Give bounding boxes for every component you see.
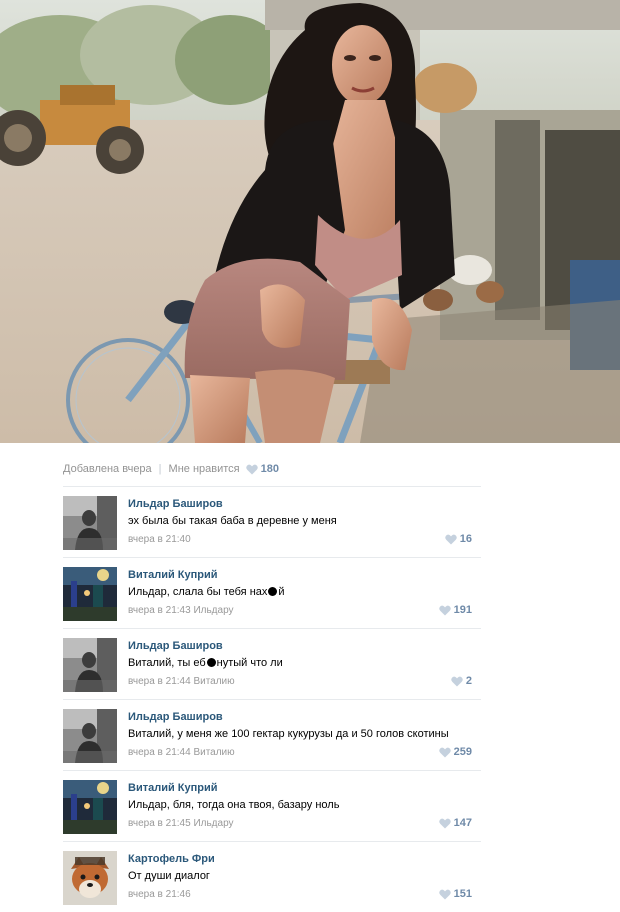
comment-like-count: 191 [453,604,472,616]
comment-item: Виталий Куприй Ильдар, бля, тогда она тв… [63,770,481,841]
heart-icon [438,818,451,829]
comment-info: вчера в 21:44 Виталию [128,676,235,687]
post-photo[interactable] [0,0,620,443]
avatar[interactable] [63,851,117,905]
post-meta: Добавлена вчера | Мне нравится 180 [63,463,279,475]
comment-text-part: Виталий, ты еб [128,657,206,669]
comment-item: Виталий Куприй Ильдар, слала бы тебя нах… [63,557,481,628]
comment-text-part: От души диалог [128,870,210,882]
heart-icon [451,676,463,687]
comment-time[interactable]: вчера в 21:45 [128,818,191,829]
comment-like-button[interactable]: 2 [451,675,472,687]
comment-reply-to[interactable]: Виталию [193,747,234,758]
avatar[interactable] [63,709,117,763]
comment-like-count: 151 [453,888,472,900]
comment-reply-to[interactable]: Виталию [193,676,234,687]
comment-info: вчера в 21:40 [128,534,191,545]
comment-text: Виталий, ты еб нутый что ли [128,657,283,669]
comment-text-part: Виталий, у меня же 100 гектар кукурузы д… [128,728,449,740]
post-photo-illustration [0,0,620,443]
comment-time[interactable]: вчера в 21:46 [128,889,191,900]
comment-time[interactable]: вчера в 21:44 [128,676,191,687]
comment-text: Виталий, у меня же 100 гектар кукурузы д… [128,728,449,740]
comment-item: Ильдар Баширов Виталий, у меня же 100 ге… [63,699,481,770]
added-date-label[interactable]: Добавлена вчера [63,463,152,475]
comment-text-part: эх была бы такая баба в деревне у меня [128,515,337,527]
comment-like-button[interactable]: 16 [444,533,472,545]
comment-author[interactable]: Виталий Куприй [128,569,218,581]
comment-time[interactable]: вчера в 21:43 [128,605,191,616]
comment-like-count: 147 [453,817,472,829]
comment-like-count: 2 [465,675,472,687]
comment-info: вчера в 21:46 [128,889,191,900]
comment-author[interactable]: Ильдар Баширов [128,640,223,652]
comment-author[interactable]: Ильдар Баширов [128,498,223,510]
comment-text: Ильдар, бля, тогда она твоя, базару ноль [128,799,339,811]
comment-like-button[interactable]: 147 [438,817,472,829]
comment-like-count: 16 [459,533,472,545]
comment-text: Ильдар, слала бы тебя нах й [128,586,285,598]
comment-text: От души диалог [128,870,210,882]
comment-text-part: й [278,586,285,598]
comment-like-count: 259 [453,746,472,758]
like-label[interactable]: Мне нравится [169,463,240,475]
comment-time[interactable]: вчера в 21:40 [128,534,191,545]
post-like-count[interactable]: 180 [261,463,279,475]
avatar[interactable] [63,638,117,692]
comment-text-part: нутый что ли [216,657,283,669]
heart-icon[interactable] [245,464,258,475]
avatar[interactable] [63,496,117,550]
avatar[interactable] [63,567,117,621]
heart-icon [438,747,451,758]
comment-author[interactable]: Картофель Фри [128,853,215,865]
comment-info: вчера в 21:45 Ильдару [128,818,234,829]
comment-like-button[interactable]: 151 [438,888,472,900]
comment-author[interactable]: Виталий Куприй [128,782,218,794]
comments-list: Ильдар Баширов эх была бы такая баба в д… [63,486,481,912]
comment-info: вчера в 21:44 Виталию [128,747,235,758]
comment-text-part: Ильдар, слала бы тебя нах [128,586,268,598]
comment-reply-to[interactable]: Ильдару [193,605,233,616]
comment-item: Ильдар Баширов Виталий, ты еб нутый что л… [63,628,481,699]
comment-item: Картофель Фри От души диалог вчера в 21:… [63,841,481,912]
meta-separator: | [158,463,162,475]
comment-time[interactable]: вчера в 21:44 [128,747,191,758]
comment-item: Ильдар Баширов эх была бы такая баба в д… [63,486,481,557]
comment-text-part: Ильдар, бля, тогда она твоя, базару ноль [128,799,340,811]
redaction-dot [206,657,216,667]
comment-reply-to[interactable]: Ильдару [193,818,233,829]
comment-info: вчера в 21:43 Ильдару [128,605,234,616]
redaction-dot [268,586,278,596]
comment-author[interactable]: Ильдар Баширов [128,711,223,723]
heart-icon [444,534,457,545]
comment-text: эх была бы такая баба в деревне у меня [128,515,337,527]
comment-like-button[interactable]: 191 [438,604,472,616]
heart-icon [438,889,451,900]
heart-icon [438,605,451,616]
avatar[interactable] [63,780,117,834]
comment-like-button[interactable]: 259 [438,746,472,758]
